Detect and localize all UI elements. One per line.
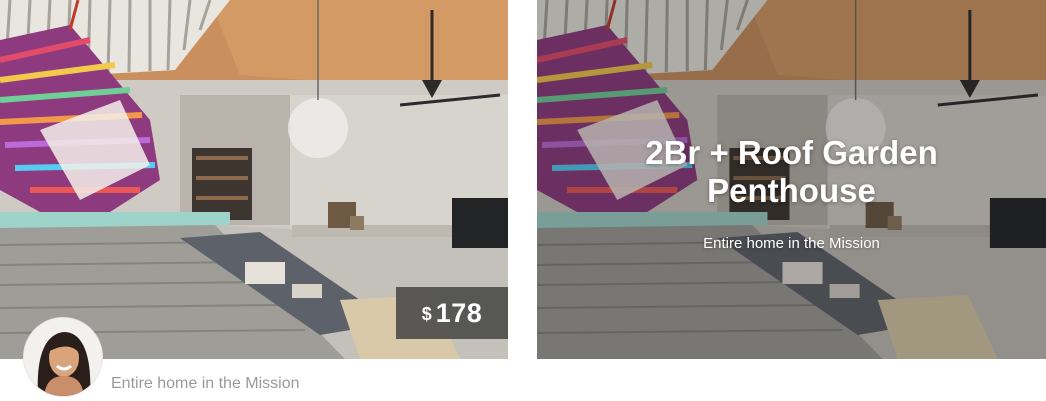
listing-card-hover[interactable]: 2Br + Roof Garden Penthouse Entire home … xyxy=(537,0,1046,401)
listing-subtitle-overlay: Entire home in the Mission xyxy=(703,235,880,252)
host-avatar[interactable] xyxy=(24,318,102,396)
listing-photo[interactable]: $ 178 xyxy=(0,0,508,359)
host-avatar-image xyxy=(24,318,102,396)
listing-title[interactable]: 2Br + Roof Garden Penthouse xyxy=(567,134,1016,210)
price-currency: $ xyxy=(421,303,432,324)
listing-card[interactable]: $ 178 Entire home in the Mission xyxy=(0,0,508,401)
listing-subtitle: Entire home in the Mission xyxy=(111,375,300,392)
listing-photo-hover[interactable]: 2Br + Roof Garden Penthouse Entire home … xyxy=(537,0,1046,359)
price-tag: $ 178 xyxy=(396,287,508,339)
price-amount: 178 xyxy=(435,297,483,328)
